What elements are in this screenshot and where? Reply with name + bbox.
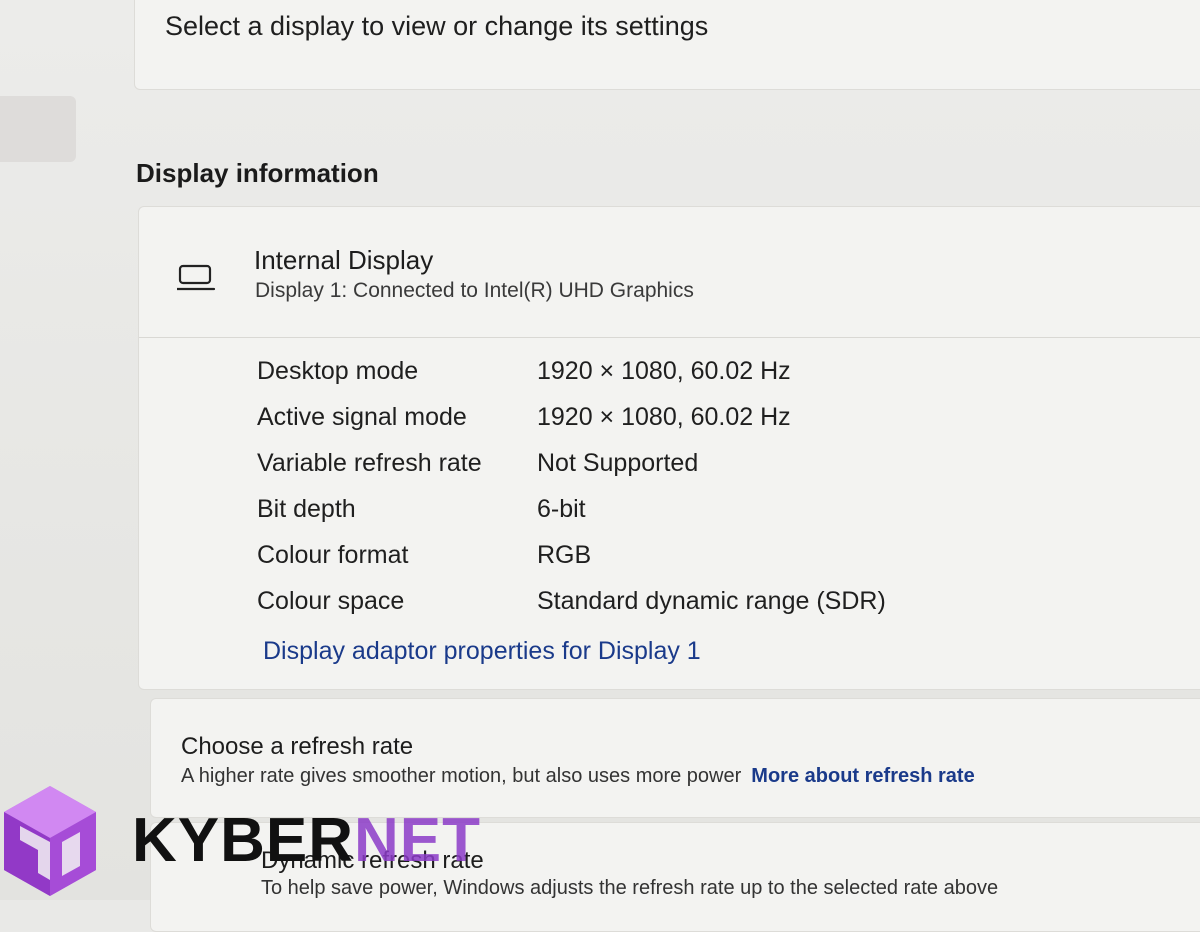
property-label: Colour space: [257, 587, 405, 615]
kybernet-logo-icon: [4, 786, 96, 896]
more-about-refresh-rate-link[interactable]: More about refresh rate: [751, 765, 974, 787]
settings-page: Select a display to view or change its s…: [0, 0, 1200, 932]
display-adaptor-properties-link[interactable]: Display adaptor properties for Display 1: [263, 637, 701, 666]
property-label: Bit depth: [257, 495, 356, 523]
laptop-icon: [175, 263, 217, 293]
watermark-text-a: KYBER: [132, 806, 355, 875]
display-name: Internal Display: [254, 245, 434, 275]
property-label: Colour format: [257, 541, 409, 569]
property-label: Active signal mode: [257, 403, 467, 431]
property-label: Desktop mode: [257, 357, 419, 385]
section-heading: Display information: [136, 158, 379, 188]
display-information-card: Internal Display Display 1: Connected to…: [138, 206, 1200, 690]
display-selector-card[interactable]: Select a display to view or change its s…: [134, 0, 1200, 90]
property-value: RGB: [537, 541, 592, 569]
watermark-text: KYBERNET: [132, 810, 481, 872]
property-value: 1920 × 1080, 60.02 Hz: [537, 403, 791, 431]
property-value: 1920 × 1080, 60.02 Hz: [537, 357, 791, 385]
watermark: KYBERNET: [0, 782, 480, 900]
property-value: 6-bit: [537, 495, 586, 523]
property-value: Not Supported: [537, 449, 699, 477]
watermark-text-b: NET: [354, 806, 482, 875]
nav-item-selected[interactable]: [0, 96, 76, 162]
display-connection: Display 1: Connected to Intel(R) UHD Gra…: [255, 279, 694, 302]
property-value: Standard dynamic range (SDR): [537, 587, 886, 615]
refresh-rate-title: Choose a refresh rate: [181, 733, 414, 760]
property-label: Variable refresh rate: [257, 449, 482, 477]
select-display-hint: Select a display to view or change its s…: [165, 11, 709, 41]
display-header: Internal Display Display 1: Connected to…: [139, 207, 1200, 338]
